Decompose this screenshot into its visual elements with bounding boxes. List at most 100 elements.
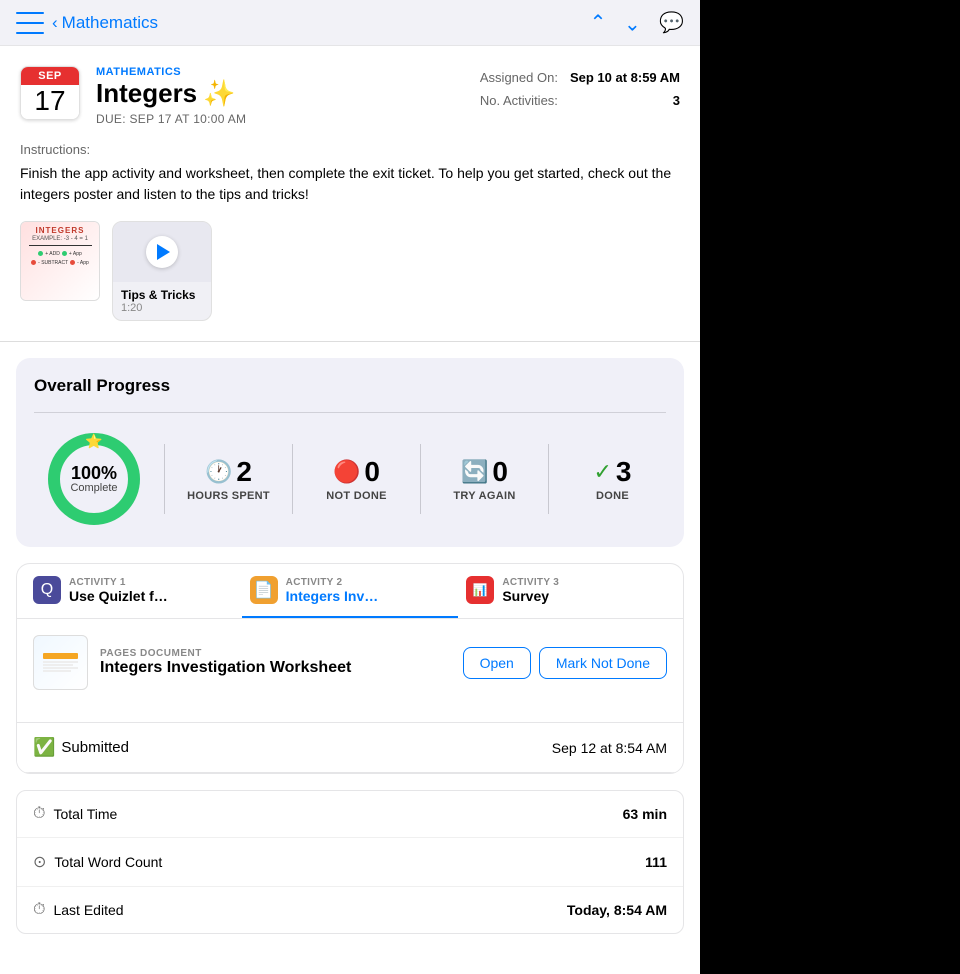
hours-label: HOURS SPENT: [187, 490, 270, 502]
tab-icon-pages: 📄: [250, 576, 278, 604]
video-title: Tips & Tricks: [121, 288, 203, 302]
assigned-on-value: Sep 10 at 8:59 AM: [570, 70, 680, 85]
integers-poster[interactable]: INTEGERS EXAMPLE: -3 - 4 = 1 + ADD + App…: [20, 221, 100, 301]
mark-not-done-button[interactable]: Mark Not Done: [539, 647, 667, 679]
try-again-icon: 🔄: [461, 459, 488, 485]
activities-value: 3: [673, 93, 680, 108]
stat-divider-3: [420, 444, 421, 514]
activities-row: No. Activities: 3: [480, 93, 680, 108]
last-edited-label: Last Edited: [53, 902, 123, 918]
tab-3-name: Survey: [502, 588, 559, 604]
not-done-icon: 🔴: [333, 459, 360, 485]
word-count-label: Total Word Count: [54, 854, 162, 870]
submitted-date: Sep 12 at 8:54 AM: [552, 740, 667, 756]
nav-right: ⌃ ⌃ 💬: [590, 10, 684, 35]
donut-percent: 100%: [70, 464, 117, 482]
tab-1-name: Use Quizlet for...: [69, 588, 169, 604]
assignment-header: SEP 17 MATHEMATICS Integers ✨ DUE: SEP 1…: [0, 46, 700, 142]
not-done-value: 0: [364, 456, 380, 488]
activity-content: PAGES DOCUMENT Integers Investigation Wo…: [17, 619, 683, 722]
top-nav: ‹ Mathematics ⌃ ⌃ 💬: [0, 0, 700, 46]
tab-activity-1[interactable]: Q ACTIVITY 1 Use Quizlet for...: [25, 564, 242, 618]
stat-divider-1: [164, 444, 165, 514]
donut-center: 100% Complete: [70, 464, 117, 494]
tab-2-name: Integers Investi...: [286, 588, 386, 604]
stats-table: ⏱ Total Time 63 min ⊙ Total Word Count 1…: [16, 790, 684, 934]
video-duration: 1:20: [121, 302, 203, 314]
hours-spent-stat: 🕐 2 HOURS SPENT: [175, 456, 282, 502]
done-stat: ✓ 3 DONE: [559, 456, 666, 502]
done-icon: ✓: [593, 459, 611, 485]
tab-icon-quizlet: Q: [33, 576, 61, 604]
document-info: PAGES DOCUMENT Integers Investigation Wo…: [100, 648, 451, 677]
time-icon: ⏱: [33, 805, 45, 823]
due-date: DUE: SEP 17 AT 10:00 AM: [96, 112, 464, 126]
right-panel: [700, 0, 960, 974]
try-again-stat: 🔄 0 TRY AGAIN: [431, 456, 538, 502]
poster-title: INTEGERS: [36, 226, 85, 235]
back-label: Mathematics: [62, 13, 158, 33]
assignment-title: Integers ✨: [96, 78, 464, 109]
total-time-label: Total Time: [53, 806, 117, 822]
tab-activity-2[interactable]: 📄 ACTIVITY 2 Integers Investi...: [242, 564, 459, 618]
activities-label: No. Activities:: [480, 93, 558, 108]
try-again-value: 0: [492, 456, 508, 488]
chevron-down-icon[interactable]: ⌃: [624, 10, 641, 35]
sidebar-toggle-button[interactable]: [16, 12, 44, 34]
progress-title: Overall Progress: [34, 376, 666, 396]
last-edited-value: Today, 8:54 AM: [567, 902, 667, 918]
progress-section: Overall Progress ⭐ 100% Complete: [16, 358, 684, 547]
submitted-text: Submitted: [61, 739, 129, 756]
document-actions: Open Mark Not Done: [463, 647, 667, 679]
tab-3-num: ACTIVITY 3: [502, 577, 559, 588]
submitted-icon: ✅: [33, 737, 55, 758]
activity-tabs: Q ACTIVITY 1 Use Quizlet for... 📄 ACTIVI…: [17, 564, 683, 619]
try-again-label: TRY AGAIN: [453, 490, 515, 502]
document-thumbnail: [33, 635, 88, 690]
stats-row-lastedited: ⏱ Last Edited Today, 8:54 AM: [17, 887, 683, 933]
nav-left: ‹ Mathematics: [16, 12, 158, 34]
tab-1-num: ACTIVITY 1: [69, 577, 169, 588]
word-count-value: 111: [645, 854, 667, 870]
attachments-row: INTEGERS EXAMPLE: -3 - 4 = 1 + ADD + App…: [0, 221, 700, 341]
not-done-stat: 🔴 0 NOT DONE: [303, 456, 410, 502]
assignment-info: MATHEMATICS Integers ✨ DUE: SEP 17 AT 10…: [96, 66, 464, 126]
doc-type: PAGES DOCUMENT: [100, 648, 451, 659]
cal-day: 17: [21, 85, 79, 119]
donut-label: Complete: [70, 482, 117, 494]
status-left: ✅ Submitted: [33, 737, 129, 758]
hours-icon: 🕐: [205, 459, 232, 485]
not-done-label: NOT DONE: [326, 490, 386, 502]
video-card[interactable]: Tips & Tricks 1:20: [112, 221, 212, 321]
tab-icon-survey: 📊: [466, 576, 494, 604]
assigned-on-label: Assigned On:: [480, 70, 558, 85]
document-row: PAGES DOCUMENT Integers Investigation Wo…: [33, 635, 667, 690]
stat-divider-4: [548, 444, 549, 514]
chevron-up-icon[interactable]: ⌃: [590, 10, 607, 35]
calendar-icon: SEP 17: [20, 66, 80, 120]
comment-icon[interactable]: 💬: [659, 10, 684, 35]
subject-label: MATHEMATICS: [96, 66, 464, 78]
play-button[interactable]: [146, 236, 178, 268]
done-value: 3: [616, 456, 632, 488]
tab-activity-3[interactable]: 📊 ACTIVITY 3 Survey: [458, 564, 675, 618]
cal-month: SEP: [21, 67, 79, 85]
done-label: DONE: [596, 490, 629, 502]
stats-row-wordcount: ⊙ Total Word Count 111: [17, 838, 683, 887]
stats-row-time: ⏱ Total Time 63 min: [17, 791, 683, 838]
chevron-left-icon: ‹: [52, 13, 58, 33]
stat-divider-2: [292, 444, 293, 514]
section-divider: [0, 341, 700, 342]
open-button[interactable]: Open: [463, 647, 531, 679]
back-button[interactable]: ‹ Mathematics: [52, 13, 158, 33]
video-info: Tips & Tricks 1:20: [113, 282, 211, 320]
doc-name: Integers Investigation Worksheet: [100, 659, 451, 677]
donut-chart: ⭐ 100% Complete: [34, 429, 154, 529]
hours-value: 2: [236, 456, 252, 488]
tab-2-num: ACTIVITY 2: [286, 577, 386, 588]
wordcount-icon: ⊙: [33, 852, 46, 872]
progress-divider: [34, 412, 666, 413]
instructions-label: Instructions:: [20, 142, 680, 157]
assigned-on-row: Assigned On: Sep 10 at 8:59 AM: [480, 70, 680, 85]
play-triangle-icon: [157, 244, 170, 260]
